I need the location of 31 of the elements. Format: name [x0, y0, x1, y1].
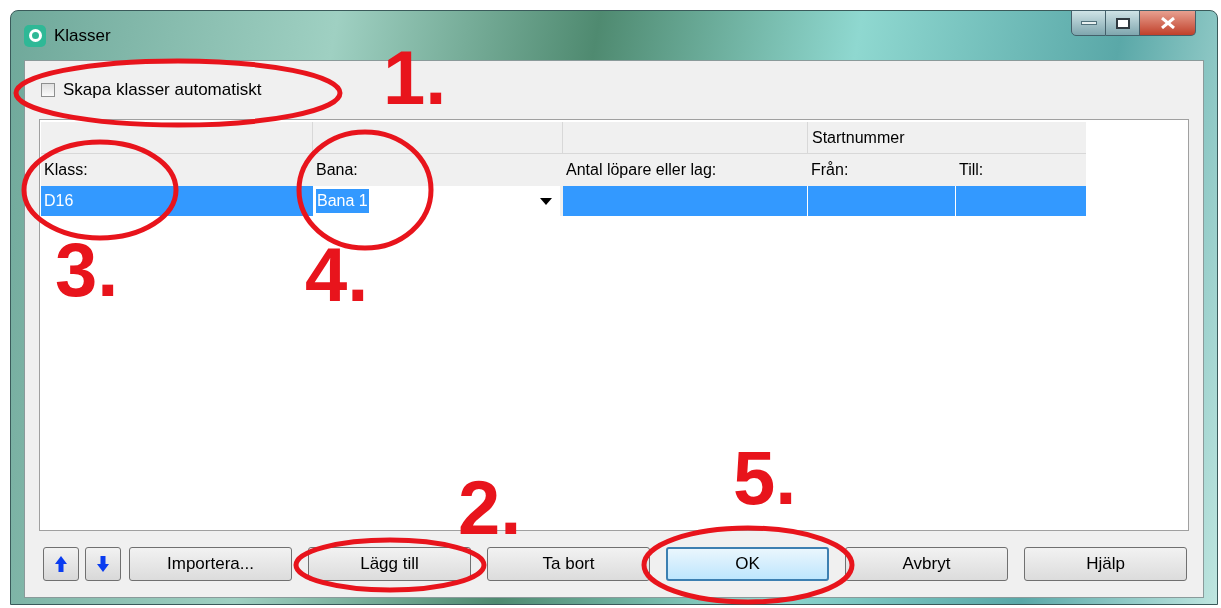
column-header: Klass:	[44, 160, 88, 180]
down-arrow-icon	[96, 555, 110, 573]
close-button[interactable]	[1140, 10, 1196, 36]
close-icon	[1159, 17, 1176, 29]
dialog-button[interactable]: Hjälp	[1024, 547, 1187, 581]
table-cell-text: D16	[43, 191, 75, 211]
checkbox[interactable]	[41, 83, 55, 97]
annotation-number: 1.	[383, 40, 447, 116]
dialog-button[interactable]: Ta bort	[487, 547, 650, 581]
window-title: Klasser	[54, 24, 111, 47]
annotation-number: 4.	[305, 237, 369, 313]
annotation-number: 2.	[458, 470, 522, 546]
column-header: Bana:	[316, 160, 358, 180]
annotation-number: 5.	[733, 440, 797, 516]
column-group-header: Startnummer	[812, 127, 905, 148]
move-up-button[interactable]	[43, 547, 79, 581]
maximize-button[interactable]	[1106, 10, 1140, 36]
move-down-button[interactable]	[85, 547, 121, 581]
up-arrow-icon	[54, 555, 68, 573]
minimize-button[interactable]	[1071, 10, 1106, 36]
annotation-number: 3.	[55, 232, 119, 308]
column-header: Från:	[811, 160, 849, 180]
dialog-button[interactable]: Lägg till	[308, 547, 471, 581]
app-icon	[24, 24, 46, 47]
dropdown-arrow-icon	[540, 197, 552, 205]
column-header: Antal löpare eller lag:	[566, 160, 717, 180]
dialog-button[interactable]: Importera...	[129, 547, 292, 581]
column-header: Till:	[959, 160, 984, 180]
dialog-button[interactable]: Avbryt	[845, 547, 1008, 581]
checkbox-label: Skapa klasser automatiskt	[63, 79, 262, 102]
dialog-button[interactable]: OK	[666, 547, 829, 581]
